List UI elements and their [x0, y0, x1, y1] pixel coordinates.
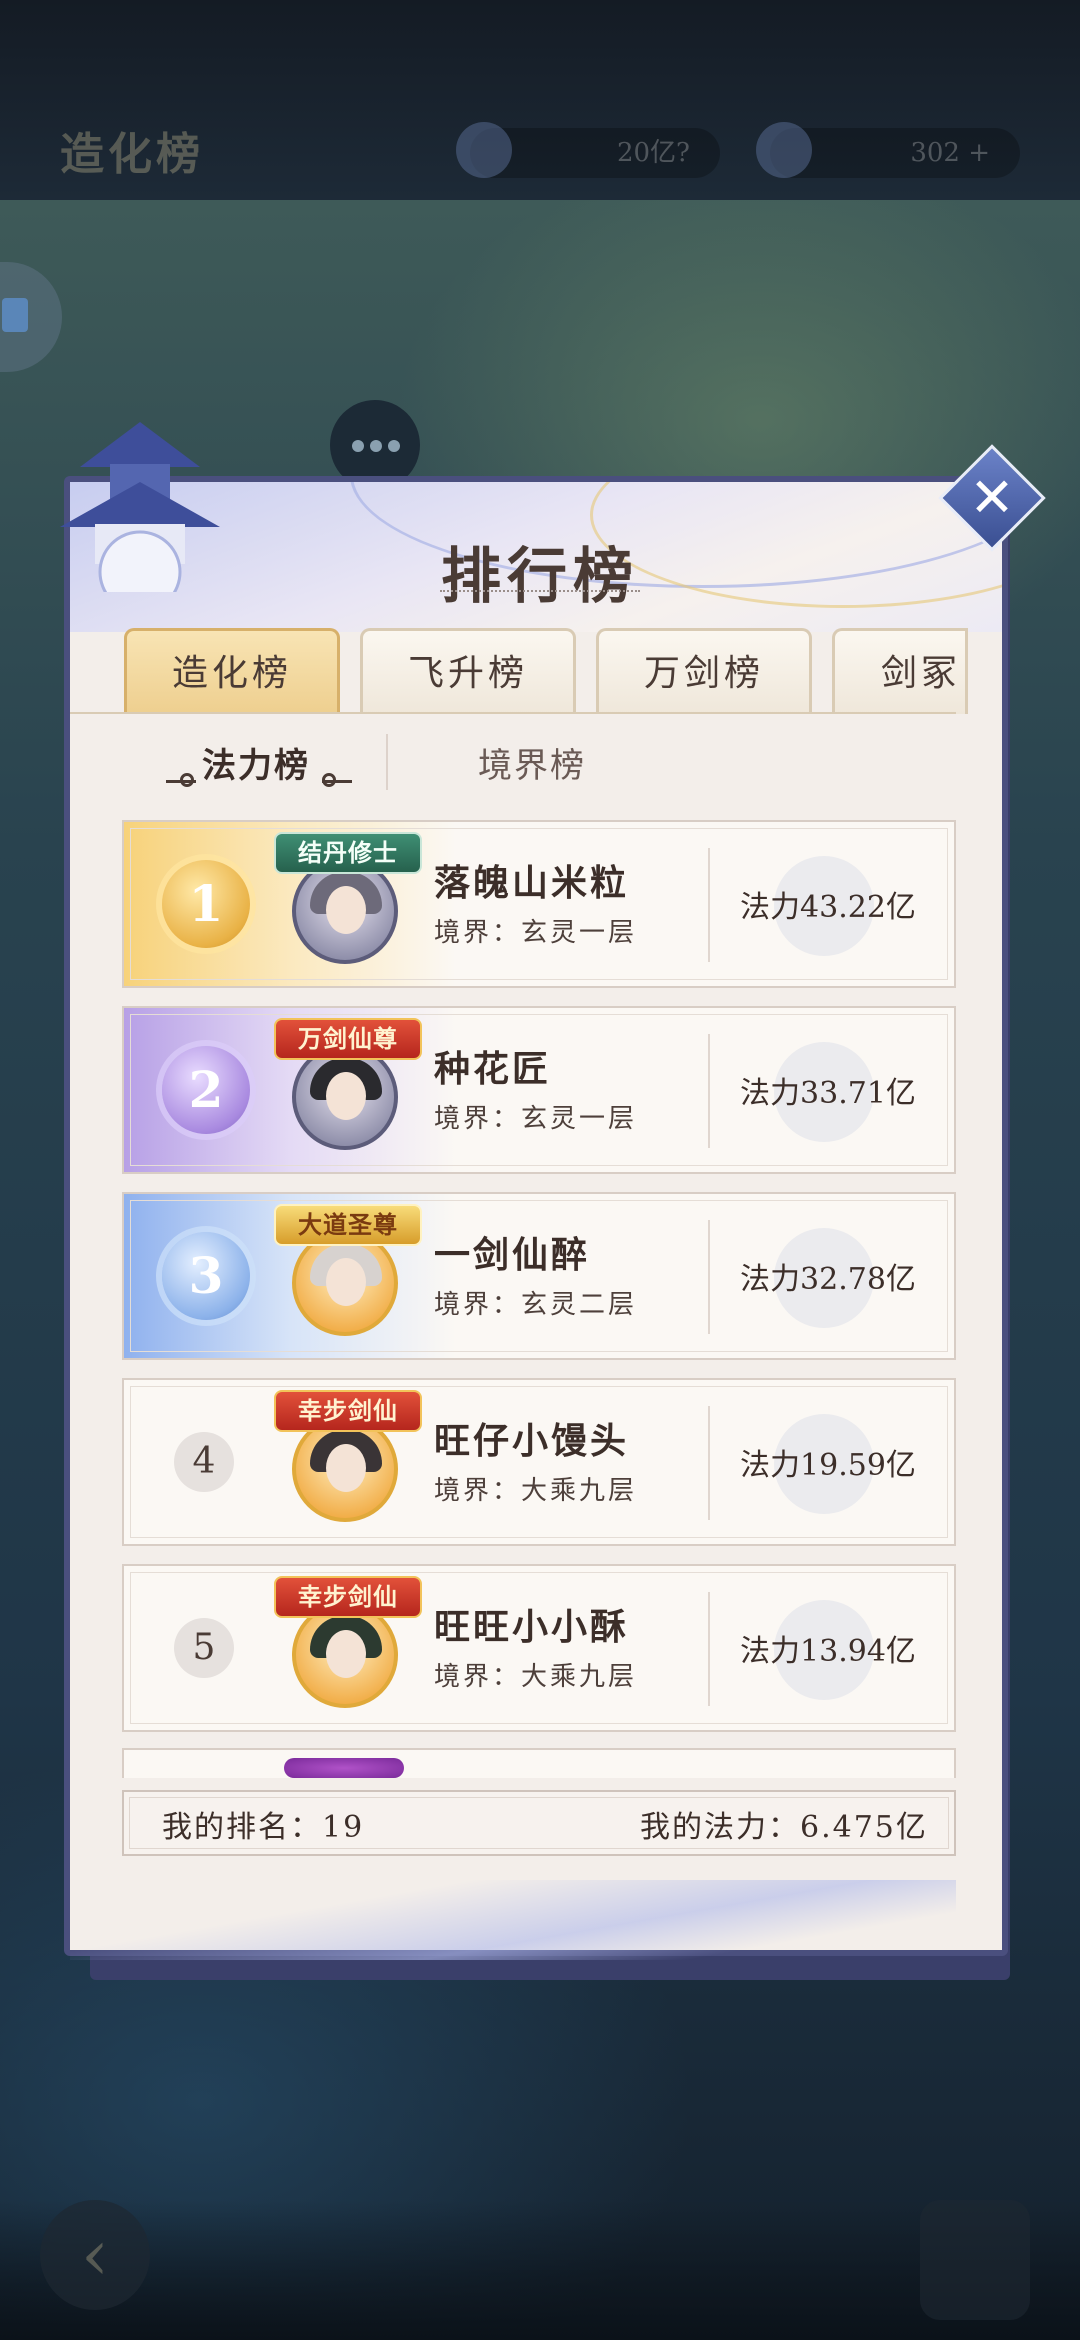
rank-number: 5 — [174, 1618, 234, 1678]
title-badge: 幸步剑仙 — [274, 1576, 422, 1618]
orb-icon — [456, 122, 512, 178]
player-name: 旺旺小小酥 — [434, 1606, 630, 1648]
my-rank: 我的排名：19 — [162, 1810, 365, 1845]
my-power: 我的法力：6.475亿 — [640, 1810, 928, 1845]
subtab-divider — [386, 734, 388, 790]
player-name: 种花匠 — [434, 1048, 552, 1090]
dialog-title: 排行榜 — [441, 542, 639, 612]
title-underline — [440, 590, 640, 598]
resource-counter-1: 20亿? — [456, 122, 720, 178]
back-arrow-icon: ‹ — [40, 2200, 150, 2310]
ranking-row-5[interactable]: 5 幸步剑仙 旺旺小小酥 境界：大乘九层 法力13.94亿 — [122, 1564, 956, 1732]
blue-medal-icon: 3 — [162, 1232, 250, 1320]
player-name: 一剑仙醉 — [434, 1234, 591, 1276]
subtab-ornament-right — [322, 780, 352, 783]
player-power: 法力19.59亿 — [740, 1448, 916, 1483]
ranking-row-2[interactable]: 2 万剑仙尊 种花匠 境界：玄灵一层 法力33.71亿 — [122, 1006, 956, 1174]
player-power: 法力13.94亿 — [740, 1634, 916, 1669]
ranking-row-3[interactable]: 3 大道圣尊 一剑仙醉 境界：玄灵二层 法力32.78亿 — [122, 1192, 956, 1360]
title-badge: 万剑仙尊 — [274, 1018, 422, 1060]
title-badge: 幸步剑仙 — [274, 1390, 422, 1432]
subtab-power[interactable]: 法力榜 — [202, 738, 310, 787]
rank-number: 4 — [174, 1432, 234, 1492]
purple-medal-icon: 2 — [162, 1046, 250, 1134]
player-realm: 境界：玄灵一层 — [434, 1104, 638, 1134]
player-name: 旺仔小馒头 — [434, 1420, 630, 1462]
bag-icon — [2, 298, 28, 332]
resource-counter-2: 302 + — [756, 122, 1020, 178]
tab-wanjian[interactable]: 万剑榜 — [596, 628, 812, 714]
player-realm: 境界：大乘九层 — [434, 1476, 638, 1506]
bottom-bar — [0, 2200, 1080, 2340]
player-realm: 境界：玄灵二层 — [434, 1290, 638, 1320]
subtab-realm[interactable]: 境界榜 — [478, 738, 586, 787]
tab-feisheng[interactable]: 飞升榜 — [360, 628, 576, 714]
hud-title: 造化榜 — [60, 129, 204, 180]
player-name: 落魄山米粒 — [434, 862, 630, 904]
title-badge: 结丹修士 — [274, 832, 422, 874]
badge-fragment — [284, 1758, 404, 1778]
tabs-baseline — [70, 712, 956, 714]
title-badge: 大道圣尊 — [274, 1204, 422, 1246]
player-realm: 境界：大乘九层 — [434, 1662, 638, 1692]
lightning-icon — [756, 122, 812, 178]
footer-wave-decoration — [70, 1880, 956, 1960]
ranking-row-1[interactable]: 1 结丹修士 落魄山米粒 境界：玄灵一层 法力43.22亿 — [122, 820, 956, 988]
tab-jianzhong[interactable]: 剑冢 — [832, 628, 968, 714]
player-power: 法力43.22亿 — [740, 890, 916, 925]
ranking-row-4[interactable]: 4 幸步剑仙 旺仔小馒头 境界：大乘九层 法力19.59亿 — [122, 1378, 956, 1546]
gold-medal-icon: 1 — [162, 860, 250, 948]
player-power: 法力33.71亿 — [740, 1076, 916, 1111]
player-realm: 境界：玄灵一层 — [434, 918, 638, 948]
tab-zaohua[interactable]: 造化榜 — [124, 628, 340, 714]
subtab-ornament-dot-left — [180, 773, 194, 787]
close-icon[interactable]: ✕ — [954, 460, 1030, 536]
shield-icon — [920, 2200, 1030, 2320]
ranking-row-6-partial[interactable] — [122, 1748, 956, 1778]
player-power: 法力32.78亿 — [740, 1262, 916, 1297]
